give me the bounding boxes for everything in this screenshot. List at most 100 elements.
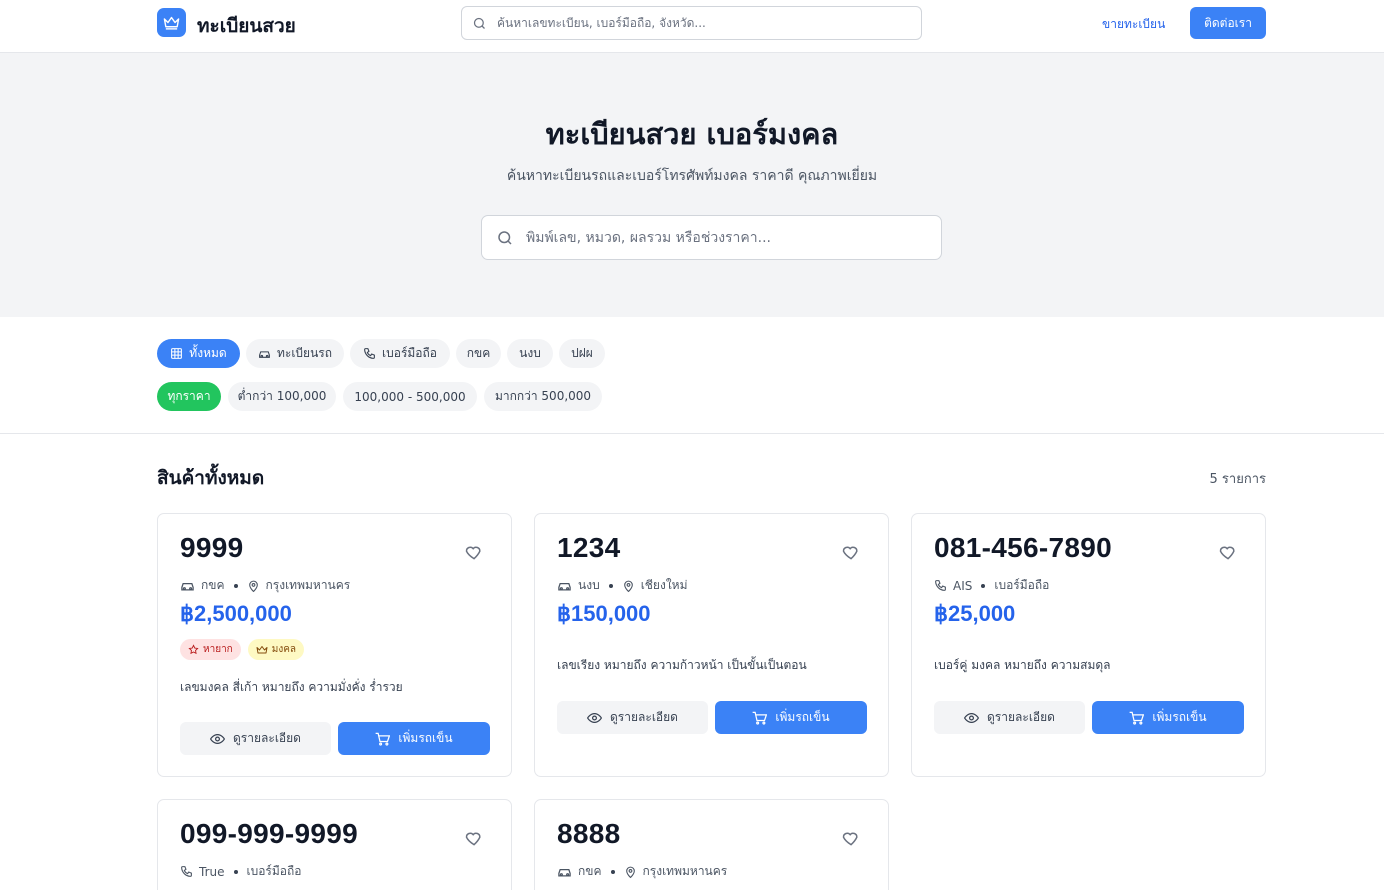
view-details-button[interactable]: ดูรายละเอียด <box>934 701 1085 734</box>
price-filter-over-500k[interactable]: มากกว่า 500,000 <box>484 382 602 411</box>
filter-label: กขค <box>466 346 491 360</box>
heart-icon[interactable] <box>841 542 861 562</box>
product-card[interactable]: 081-456-7890 AIS เบอร์มือถือ ฿25,000 เบอ… <box>911 513 1266 777</box>
product-description: เลขมงคล สี่เก้า หมายถึง ความมั่งคั่ง ร่ำ… <box>180 680 403 694</box>
filter-label: ต่ำกว่า 100,000 <box>237 389 327 403</box>
filter-category-ngb[interactable]: นงบ <box>507 339 553 368</box>
crown-logo-icon[interactable] <box>157 8 186 37</box>
cart-icon <box>753 711 768 725</box>
product-meta: True เบอร์มือถือ <box>180 862 301 881</box>
header-search-box[interactable] <box>461 6 922 40</box>
filter-label: ทั้งหมด <box>189 346 227 360</box>
product-meta: AIS เบอร์มือถือ <box>934 576 1049 595</box>
button-label: เพิ่มรถเข็น <box>775 710 830 724</box>
header-search-input[interactable] <box>497 16 897 30</box>
car-icon <box>181 583 194 591</box>
price-filter-100k-500k[interactable]: 100,000 - 500,000 <box>343 382 477 411</box>
button-label: เพิ่มรถเข็น <box>398 731 453 745</box>
phone-icon <box>935 580 946 591</box>
cart-icon <box>1130 711 1145 725</box>
add-to-cart-button[interactable]: เพิ่มรถเข็น <box>1092 701 1244 734</box>
product-number: 9999 <box>180 532 244 563</box>
product-meta: กขค กรุงเทพมหานคร <box>557 862 727 881</box>
product-price: ฿2,500,000 <box>180 601 292 626</box>
phone-icon <box>181 866 192 877</box>
hero-section: ทะเบียนสวย เบอร์มงคล ค้นหาทะเบียนรถและเบ… <box>0 53 1384 317</box>
product-price: ฿150,000 <box>557 601 651 626</box>
phone-icon <box>364 348 375 359</box>
sell-plate-link[interactable]: ขายทะเบียน <box>1102 15 1165 34</box>
button-label: ดูรายละเอียด <box>987 710 1055 724</box>
car-icon <box>558 583 571 591</box>
filter-label: 100,000 - 500,000 <box>354 389 466 404</box>
filter-label: เบอร์มือถือ <box>382 346 437 360</box>
car-icon <box>259 351 270 358</box>
crown-icon <box>256 645 268 653</box>
product-badges: หายาก มงคล <box>180 639 305 660</box>
view-details-button[interactable]: ดูรายละเอียด <box>557 701 708 734</box>
cart-icon <box>376 732 391 746</box>
result-count: 5 รายการ <box>1209 472 1266 487</box>
product-card[interactable]: 099-999-9999 True เบอร์มือถือ <box>157 799 512 890</box>
section-title: สินค้าทั้งหมด <box>157 467 265 489</box>
heart-icon[interactable] <box>1218 542 1238 562</box>
section-divider <box>0 433 1384 434</box>
hero-subtitle: ค้นหาทะเบียนรถและเบอร์โทรศัพท์มงคล ราคาด… <box>506 168 878 184</box>
product-number: 099-999-9999 <box>180 818 358 849</box>
car-icon <box>558 869 571 877</box>
product-description: เลขเรียง หมายถึง ความก้าวหน้า เป็นขั้นเป… <box>557 658 807 672</box>
filter-label: ทะเบียนรถ <box>276 346 332 360</box>
site-logo-text[interactable]: ทะเบียนสวย <box>197 11 296 41</box>
filter-label: ปฝผ <box>571 346 593 360</box>
hero-title: ทะเบียนสวย เบอร์มงคล <box>545 117 839 151</box>
hero-search-input[interactable] <box>526 229 926 246</box>
search-icon <box>473 17 485 29</box>
view-details-button[interactable]: ดูรายละเอียด <box>180 722 331 755</box>
location-pin-icon <box>248 580 258 592</box>
heart-icon[interactable] <box>464 828 484 848</box>
filter-mobile-number[interactable]: เบอร์มือถือ <box>350 339 450 368</box>
product-card[interactable]: 9999 กขค กรุงเทพมหานคร ฿2,500,000 หายาก … <box>157 513 512 777</box>
add-to-cart-button[interactable]: เพิ่มรถเข็น <box>715 701 867 734</box>
product-category: กขค <box>578 864 602 878</box>
product-meta: กขค กรุงเทพมหานคร <box>180 576 350 595</box>
button-label: ดูรายละเอียด <box>233 731 301 745</box>
product-operator: AIS <box>953 578 973 593</box>
contact-button[interactable]: ติดต่อเรา <box>1190 7 1266 39</box>
filter-category-pfp[interactable]: ปฝผ <box>559 339 605 368</box>
location-pin-icon <box>625 866 635 878</box>
heart-icon[interactable] <box>464 542 484 562</box>
filter-category-kkk[interactable]: กขค <box>456 339 501 368</box>
add-to-cart-button[interactable]: เพิ่มรถเข็น <box>338 722 490 755</box>
badge-label: มงคล <box>271 644 297 655</box>
product-location: กรุงเทพมหานคร <box>642 864 728 878</box>
top-header: ทะเบียนสวย ขายทะเบียน ติดต่อเรา <box>0 0 1384 53</box>
filter-label: มากกว่า 500,000 <box>494 389 592 403</box>
product-location: เชียงใหม่ <box>640 578 688 592</box>
separator-dot <box>233 869 238 874</box>
search-icon <box>498 230 512 245</box>
button-label: เพิ่มรถเข็น <box>1152 710 1207 724</box>
price-filter-under-100k[interactable]: ต่ำกว่า 100,000 <box>228 382 336 411</box>
product-type: เบอร์มือถือ <box>246 864 302 878</box>
product-description: เบอร์คู่ มงคล หมายถึง ความสมดุล <box>934 658 1111 672</box>
filter-all[interactable]: ทั้งหมด <box>157 339 240 368</box>
filter-license-plate[interactable]: ทะเบียนรถ <box>246 339 344 368</box>
product-number: 081-456-7890 <box>934 532 1112 563</box>
hero-search-box[interactable] <box>481 215 942 260</box>
eye-icon <box>587 712 603 723</box>
product-location: กรุงเทพมหานคร <box>265 578 351 592</box>
price-filter-all[interactable]: ทุกราคา <box>157 382 221 411</box>
button-label: ดูรายละเอียด <box>610 710 678 724</box>
eye-icon <box>210 733 226 744</box>
grid-icon <box>171 348 183 359</box>
product-card[interactable]: 8888 กขค กรุงเทพมหานคร <box>534 799 889 890</box>
separator-dot <box>981 583 986 588</box>
product-card[interactable]: 1234 นงบ เชียงใหม่ ฿150,000 เลขเรียง หมา… <box>534 513 889 777</box>
heart-icon[interactable] <box>841 828 861 848</box>
lucky-badge: มงคล <box>247 639 305 660</box>
location-pin-icon <box>623 580 633 592</box>
product-type: เบอร์มือถือ <box>994 578 1050 592</box>
filter-label: ทุกราคา <box>167 389 211 403</box>
badge-label: หายาก <box>203 644 233 655</box>
